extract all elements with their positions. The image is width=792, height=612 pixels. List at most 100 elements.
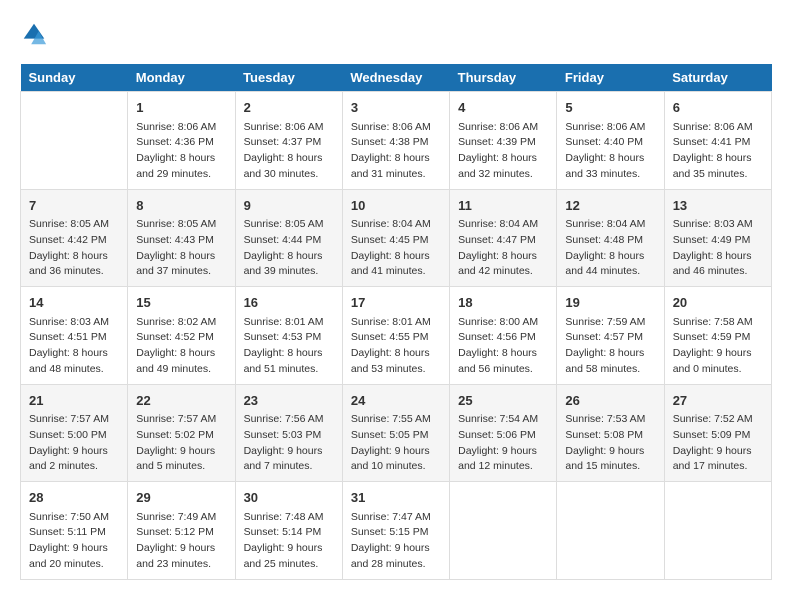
day-info: Sunrise: 8:06 AM Sunset: 4:40 PM Dayligh…	[565, 120, 655, 183]
day-info: Sunrise: 8:06 AM Sunset: 4:39 PM Dayligh…	[458, 120, 548, 183]
day-info: Sunrise: 7:59 AM Sunset: 4:57 PM Dayligh…	[565, 315, 655, 378]
day-info: Sunrise: 7:53 AM Sunset: 5:08 PM Dayligh…	[565, 412, 655, 475]
day-number: 9	[244, 196, 334, 216]
calendar-cell: 27Sunrise: 7:52 AM Sunset: 5:09 PM Dayli…	[664, 384, 771, 482]
day-info: Sunrise: 8:03 AM Sunset: 4:49 PM Dayligh…	[673, 217, 763, 280]
week-row-2: 7Sunrise: 8:05 AM Sunset: 4:42 PM Daylig…	[21, 189, 772, 287]
day-number: 8	[136, 196, 226, 216]
day-number: 14	[29, 293, 119, 313]
week-row-5: 28Sunrise: 7:50 AM Sunset: 5:11 PM Dayli…	[21, 482, 772, 580]
day-number: 25	[458, 391, 548, 411]
calendar-cell	[450, 482, 557, 580]
calendar-cell: 26Sunrise: 7:53 AM Sunset: 5:08 PM Dayli…	[557, 384, 664, 482]
week-row-1: 1Sunrise: 8:06 AM Sunset: 4:36 PM Daylig…	[21, 92, 772, 190]
logo	[20, 20, 52, 48]
day-info: Sunrise: 8:05 AM Sunset: 4:43 PM Dayligh…	[136, 217, 226, 280]
day-info: Sunrise: 7:52 AM Sunset: 5:09 PM Dayligh…	[673, 412, 763, 475]
day-info: Sunrise: 8:01 AM Sunset: 4:55 PM Dayligh…	[351, 315, 441, 378]
day-info: Sunrise: 8:06 AM Sunset: 4:41 PM Dayligh…	[673, 120, 763, 183]
day-number: 21	[29, 391, 119, 411]
calendar-cell: 7Sunrise: 8:05 AM Sunset: 4:42 PM Daylig…	[21, 189, 128, 287]
day-info: Sunrise: 7:58 AM Sunset: 4:59 PM Dayligh…	[673, 315, 763, 378]
day-number: 13	[673, 196, 763, 216]
day-number: 18	[458, 293, 548, 313]
calendar-cell: 12Sunrise: 8:04 AM Sunset: 4:48 PM Dayli…	[557, 189, 664, 287]
col-header-monday: Monday	[128, 64, 235, 92]
day-info: Sunrise: 8:06 AM Sunset: 4:38 PM Dayligh…	[351, 120, 441, 183]
calendar-cell: 17Sunrise: 8:01 AM Sunset: 4:55 PM Dayli…	[342, 287, 449, 385]
day-info: Sunrise: 8:06 AM Sunset: 4:37 PM Dayligh…	[244, 120, 334, 183]
day-number: 1	[136, 98, 226, 118]
day-number: 28	[29, 488, 119, 508]
day-info: Sunrise: 8:01 AM Sunset: 4:53 PM Dayligh…	[244, 315, 334, 378]
calendar-cell: 18Sunrise: 8:00 AM Sunset: 4:56 PM Dayli…	[450, 287, 557, 385]
day-number: 6	[673, 98, 763, 118]
day-number: 17	[351, 293, 441, 313]
day-number: 4	[458, 98, 548, 118]
day-info: Sunrise: 8:03 AM Sunset: 4:51 PM Dayligh…	[29, 315, 119, 378]
calendar-cell: 6Sunrise: 8:06 AM Sunset: 4:41 PM Daylig…	[664, 92, 771, 190]
day-info: Sunrise: 8:04 AM Sunset: 4:45 PM Dayligh…	[351, 217, 441, 280]
day-info: Sunrise: 7:55 AM Sunset: 5:05 PM Dayligh…	[351, 412, 441, 475]
week-row-3: 14Sunrise: 8:03 AM Sunset: 4:51 PM Dayli…	[21, 287, 772, 385]
calendar-cell: 5Sunrise: 8:06 AM Sunset: 4:40 PM Daylig…	[557, 92, 664, 190]
col-header-sunday: Sunday	[21, 64, 128, 92]
day-info: Sunrise: 7:57 AM Sunset: 5:00 PM Dayligh…	[29, 412, 119, 475]
col-header-friday: Friday	[557, 64, 664, 92]
day-info: Sunrise: 7:56 AM Sunset: 5:03 PM Dayligh…	[244, 412, 334, 475]
calendar-cell: 4Sunrise: 8:06 AM Sunset: 4:39 PM Daylig…	[450, 92, 557, 190]
calendar-cell	[664, 482, 771, 580]
calendar-cell: 25Sunrise: 7:54 AM Sunset: 5:06 PM Dayli…	[450, 384, 557, 482]
day-info: Sunrise: 8:06 AM Sunset: 4:36 PM Dayligh…	[136, 120, 226, 183]
day-info: Sunrise: 8:04 AM Sunset: 4:47 PM Dayligh…	[458, 217, 548, 280]
calendar-cell: 20Sunrise: 7:58 AM Sunset: 4:59 PM Dayli…	[664, 287, 771, 385]
day-info: Sunrise: 7:54 AM Sunset: 5:06 PM Dayligh…	[458, 412, 548, 475]
day-info: Sunrise: 8:04 AM Sunset: 4:48 PM Dayligh…	[565, 217, 655, 280]
col-header-saturday: Saturday	[664, 64, 771, 92]
day-info: Sunrise: 7:57 AM Sunset: 5:02 PM Dayligh…	[136, 412, 226, 475]
calendar-cell: 16Sunrise: 8:01 AM Sunset: 4:53 PM Dayli…	[235, 287, 342, 385]
day-number: 23	[244, 391, 334, 411]
day-number: 12	[565, 196, 655, 216]
calendar-cell: 21Sunrise: 7:57 AM Sunset: 5:00 PM Dayli…	[21, 384, 128, 482]
calendar-cell: 14Sunrise: 8:03 AM Sunset: 4:51 PM Dayli…	[21, 287, 128, 385]
day-info: Sunrise: 8:02 AM Sunset: 4:52 PM Dayligh…	[136, 315, 226, 378]
day-info: Sunrise: 7:48 AM Sunset: 5:14 PM Dayligh…	[244, 510, 334, 573]
day-number: 31	[351, 488, 441, 508]
calendar-header-row: SundayMondayTuesdayWednesdayThursdayFrid…	[21, 64, 772, 92]
day-info: Sunrise: 7:50 AM Sunset: 5:11 PM Dayligh…	[29, 510, 119, 573]
calendar-cell: 29Sunrise: 7:49 AM Sunset: 5:12 PM Dayli…	[128, 482, 235, 580]
calendar-cell: 1Sunrise: 8:06 AM Sunset: 4:36 PM Daylig…	[128, 92, 235, 190]
calendar-cell: 24Sunrise: 7:55 AM Sunset: 5:05 PM Dayli…	[342, 384, 449, 482]
col-header-tuesday: Tuesday	[235, 64, 342, 92]
day-number: 5	[565, 98, 655, 118]
day-number: 11	[458, 196, 548, 216]
calendar-cell: 30Sunrise: 7:48 AM Sunset: 5:14 PM Dayli…	[235, 482, 342, 580]
day-number: 24	[351, 391, 441, 411]
day-number: 30	[244, 488, 334, 508]
calendar-cell	[557, 482, 664, 580]
day-number: 15	[136, 293, 226, 313]
calendar-cell: 3Sunrise: 8:06 AM Sunset: 4:38 PM Daylig…	[342, 92, 449, 190]
day-number: 10	[351, 196, 441, 216]
calendar-cell: 23Sunrise: 7:56 AM Sunset: 5:03 PM Dayli…	[235, 384, 342, 482]
day-number: 29	[136, 488, 226, 508]
day-number: 16	[244, 293, 334, 313]
day-number: 3	[351, 98, 441, 118]
calendar-cell: 28Sunrise: 7:50 AM Sunset: 5:11 PM Dayli…	[21, 482, 128, 580]
calendar-cell: 22Sunrise: 7:57 AM Sunset: 5:02 PM Dayli…	[128, 384, 235, 482]
calendar-cell	[21, 92, 128, 190]
day-number: 27	[673, 391, 763, 411]
calendar-cell: 8Sunrise: 8:05 AM Sunset: 4:43 PM Daylig…	[128, 189, 235, 287]
day-info: Sunrise: 8:00 AM Sunset: 4:56 PM Dayligh…	[458, 315, 548, 378]
day-info: Sunrise: 7:49 AM Sunset: 5:12 PM Dayligh…	[136, 510, 226, 573]
logo-icon	[20, 20, 48, 48]
day-info: Sunrise: 8:05 AM Sunset: 4:42 PM Dayligh…	[29, 217, 119, 280]
calendar-cell: 13Sunrise: 8:03 AM Sunset: 4:49 PM Dayli…	[664, 189, 771, 287]
calendar-cell: 9Sunrise: 8:05 AM Sunset: 4:44 PM Daylig…	[235, 189, 342, 287]
calendar-cell: 10Sunrise: 8:04 AM Sunset: 4:45 PM Dayli…	[342, 189, 449, 287]
calendar-cell: 19Sunrise: 7:59 AM Sunset: 4:57 PM Dayli…	[557, 287, 664, 385]
calendar-cell: 11Sunrise: 8:04 AM Sunset: 4:47 PM Dayli…	[450, 189, 557, 287]
calendar-cell: 31Sunrise: 7:47 AM Sunset: 5:15 PM Dayli…	[342, 482, 449, 580]
day-info: Sunrise: 7:47 AM Sunset: 5:15 PM Dayligh…	[351, 510, 441, 573]
